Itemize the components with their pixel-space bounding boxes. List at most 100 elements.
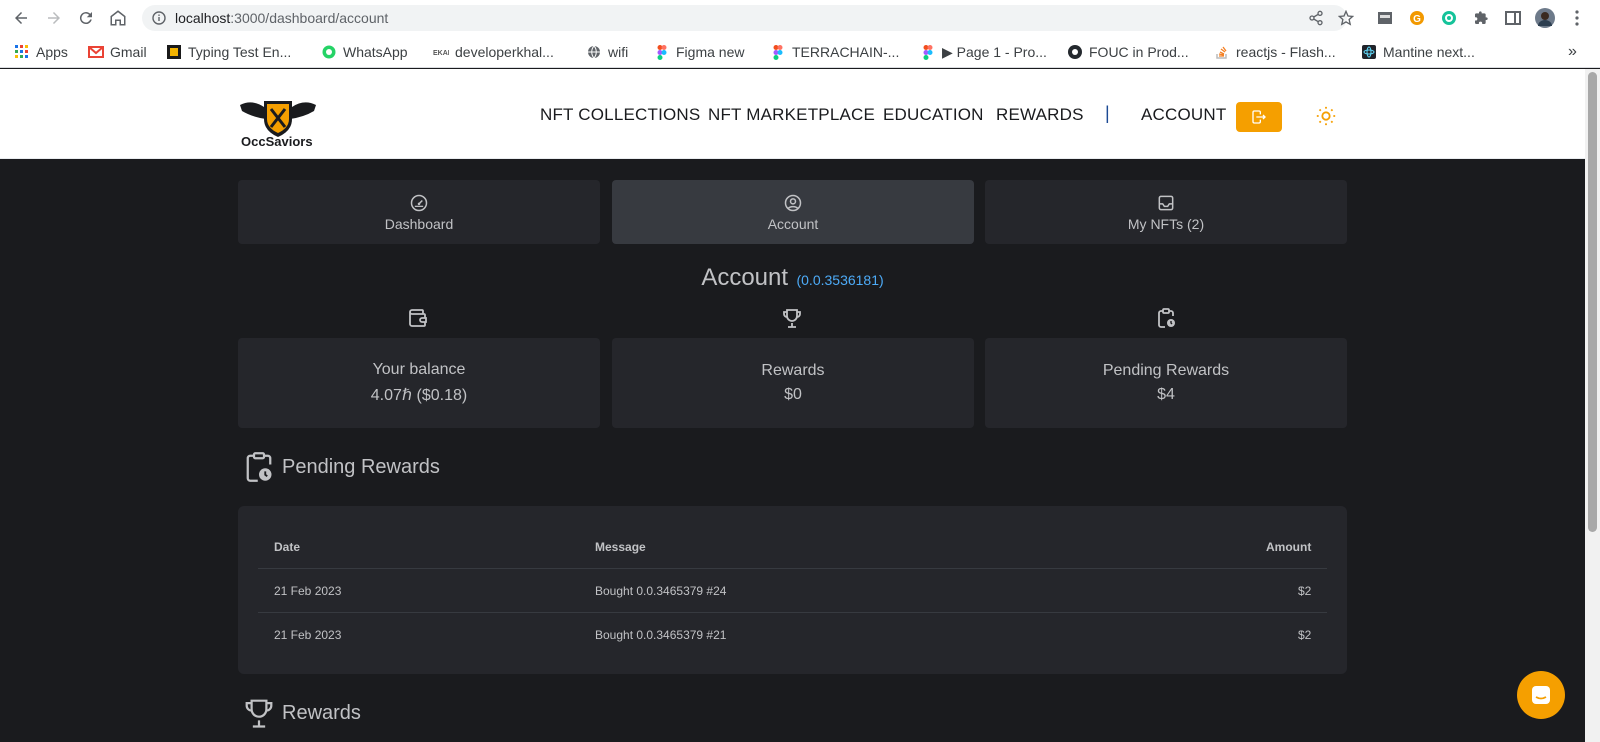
account-heading: Account — [701, 264, 789, 291]
address-bar[interactable]: localhost:3000/dashboard/account — [142, 5, 1354, 31]
table-row-date: 21 Feb 2023 — [274, 628, 342, 642]
nav-nft-marketplace[interactable]: NFT MARKETPLACE — [708, 105, 875, 125]
table-divider — [258, 612, 1327, 613]
table-row-date: 21 Feb 2023 — [274, 584, 342, 598]
react-icon — [1361, 44, 1377, 60]
nav-rewards[interactable]: REWARDS — [996, 105, 1084, 125]
bookmarks-bar: Apps Gmail Typing Test En... WhatsApp EK… — [0, 36, 1600, 68]
profile-avatar-icon[interactable] — [1535, 8, 1555, 28]
bookmark-label: TERRACHAIN-... — [792, 44, 900, 60]
table-divider — [258, 568, 1327, 569]
more-bookmarks-button[interactable]: » — [1568, 38, 1577, 66]
bookmark-label: wifi — [608, 44, 629, 60]
trophy-icon — [780, 306, 804, 330]
bookmark-gmail[interactable]: Gmail — [88, 38, 147, 66]
wallet-icon — [406, 306, 430, 330]
typing-test-icon — [166, 44, 182, 60]
account-id-link[interactable]: (0.0.3536181) — [796, 272, 883, 288]
bookmark-developerkhal[interactable]: EKAL developerkhal... — [433, 38, 554, 66]
gauge-icon — [409, 193, 429, 213]
pending-rewards-heading: Pending Rewards — [244, 450, 440, 484]
github-icon — [1067, 44, 1083, 60]
stackoverflow-icon — [1214, 44, 1230, 60]
info-icon[interactable] — [152, 11, 166, 25]
sun-icon — [1316, 106, 1336, 126]
bookmark-label: Gmail — [110, 44, 147, 60]
rewards-label: Rewards — [761, 362, 825, 379]
bookmark-mantine[interactable]: Mantine next... — [1361, 38, 1475, 66]
bookmark-figma-new[interactable]: Figma new — [654, 38, 744, 66]
chat-icon — [1532, 686, 1550, 704]
bookmark-typing-test[interactable]: Typing Test En... — [166, 38, 291, 66]
browser-toolbar: localhost:3000/dashboard/account G — [0, 0, 1600, 36]
tab-account[interactable]: Account — [612, 180, 974, 244]
bookmark-label: reactjs - Flash... — [1236, 44, 1336, 60]
bookmark-label: Apps — [36, 44, 68, 60]
forward-arrow-icon[interactable] — [42, 6, 66, 30]
puzzle-icon[interactable] — [1471, 8, 1491, 28]
svg-text:EKAL: EKAL — [433, 50, 449, 57]
bookmark-wifi[interactable]: wifi — [586, 38, 628, 66]
pending-rewards-label: Pending Rewards — [1102, 362, 1230, 379]
extension-g-icon[interactable]: G — [1407, 8, 1427, 28]
tab-dashboard[interactable]: Dashboard — [238, 180, 600, 244]
extension-grammarly-icon[interactable] — [1439, 8, 1459, 28]
table-row-amount: $2 — [1298, 628, 1312, 642]
column-header-date: Date — [274, 540, 301, 554]
bookmark-label: FOUC in Prod... — [1089, 44, 1189, 60]
star-icon[interactable] — [1338, 5, 1354, 31]
bookmark-label: ▶ Page 1 - Pro... — [942, 43, 1047, 60]
figma-icon — [920, 44, 936, 60]
column-header-amount: Amount — [1266, 540, 1312, 554]
bookmark-fouc[interactable]: FOUC in Prod... — [1067, 38, 1189, 66]
logout-icon — [1252, 110, 1266, 124]
chat-launcher-button[interactable] — [1517, 671, 1565, 719]
balance-value: 4.07ℏ ($0.18) — [370, 387, 468, 404]
rewards-title: Rewards — [282, 701, 361, 724]
ekal-icon: EKAL — [433, 44, 449, 60]
home-icon[interactable] — [106, 6, 130, 30]
bookmark-label: Mantine next... — [1383, 44, 1475, 60]
bookmark-reactjs[interactable]: reactjs - Flash... — [1214, 38, 1336, 66]
bookmark-apps[interactable]: Apps — [14, 38, 68, 66]
brand-name: OccSaviors — [241, 134, 313, 149]
column-header-message: Message — [595, 540, 646, 554]
tab-my-nfts-label: My NFTs (2) — [1127, 215, 1205, 232]
bookmark-whatsapp[interactable]: WhatsApp — [321, 38, 408, 66]
clipboard-clock-icon — [1154, 306, 1178, 330]
extension-screen-icon[interactable] — [1375, 8, 1395, 28]
nav-nft-collections[interactable]: NFT COLLECTIONS — [540, 105, 700, 125]
bookmark-page1[interactable]: ▶ Page 1 - Pro... — [920, 38, 1047, 66]
inbox-icon — [1156, 193, 1176, 213]
share-icon[interactable] — [1308, 5, 1324, 31]
user-circle-icon — [783, 193, 803, 213]
pending-rewards-card: Pending Rewards $4 — [985, 338, 1347, 428]
page-title: Account (0.0.3536181) — [0, 264, 1585, 292]
trophy-icon — [245, 699, 273, 728]
pending-rewards-title: Pending Rewards — [282, 455, 440, 478]
sidepanel-icon[interactable] — [1503, 8, 1523, 28]
bookmark-label: developerkhal... — [455, 44, 554, 60]
kebab-menu-icon[interactable] — [1567, 8, 1587, 28]
balance-card: Your balance 4.07ℏ ($0.18) — [238, 338, 600, 428]
scroll-thumb[interactable] — [1588, 72, 1597, 532]
rewards-value: $0 — [784, 386, 802, 403]
logout-button[interactable] — [1236, 102, 1282, 132]
whatsapp-icon — [321, 44, 337, 60]
rewards-card: Rewards $0 — [612, 338, 974, 428]
bookmark-terrachain[interactable]: TERRACHAIN-... — [770, 38, 899, 66]
tab-my-nfts[interactable]: My NFTs (2) — [985, 180, 1347, 244]
apps-grid-icon — [14, 44, 30, 60]
nav-education[interactable]: EDUCATION — [883, 105, 984, 125]
nav-account[interactable]: ACCOUNT — [1141, 105, 1226, 125]
bookmark-label: Typing Test En... — [188, 44, 292, 60]
theme-toggle-button[interactable] — [1314, 104, 1338, 128]
url-text: localhost:3000/dashboard/account — [175, 10, 388, 26]
figma-icon — [770, 44, 786, 60]
figma-icon — [654, 44, 670, 60]
nav-separator: | — [1105, 103, 1110, 123]
balance-label: Your balance — [372, 361, 466, 378]
reload-icon[interactable] — [74, 6, 98, 30]
pending-rewards-table — [238, 506, 1347, 674]
back-arrow-icon[interactable] — [9, 6, 33, 30]
